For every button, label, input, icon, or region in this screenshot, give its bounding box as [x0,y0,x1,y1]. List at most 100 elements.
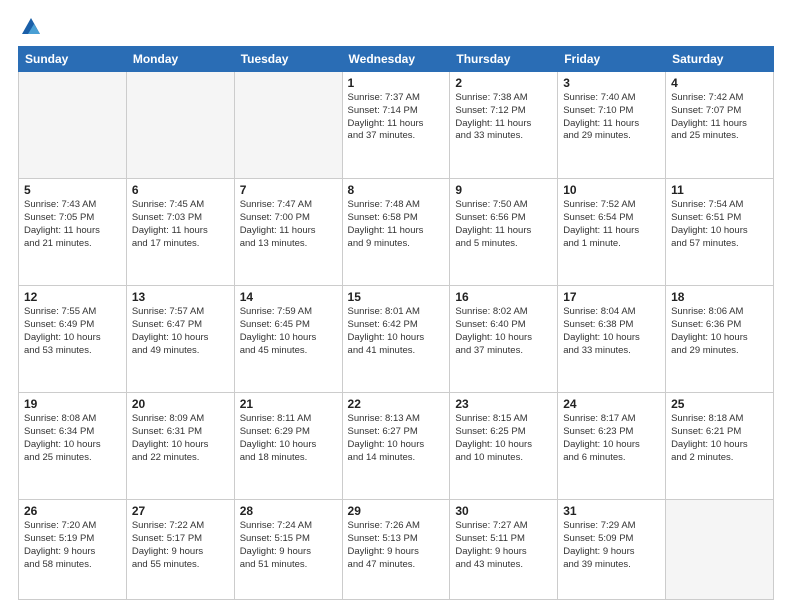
day-number: 3 [563,76,660,90]
calendar-cell: 28 Sunrise: 7:24 AM Sunset: 5:15 PM Dayli… [234,500,342,600]
day-number: 17 [563,290,660,304]
calendar-cell: 3Sunrise: 7:40 AM Sunset: 7:10 PM Daylig… [558,72,666,179]
day-info: Sunrise: 8:09 AM Sunset: 6:31 PM Dayligh… [132,413,229,464]
day-header-thursday: Thursday [450,47,558,72]
day-number: 19 [24,397,121,411]
day-info: Sunrise: 7:20 AM Sunset: 5:19 PM Dayligh… [24,520,121,571]
day-info: Sunrise: 8:04 AM Sunset: 6:38 PM Dayligh… [563,306,660,357]
day-header-tuesday: Tuesday [234,47,342,72]
calendar-cell: 18 Sunrise: 8:06 AM Sunset: 6:36 PM Dayli… [666,286,774,393]
day-info: Sunrise: 7:45 AM Sunset: 7:03 PM Dayligh… [132,199,229,250]
day-info: Sunrise: 7:47 AM Sunset: 7:00 PM Dayligh… [240,199,337,250]
calendar-cell [234,72,342,179]
calendar-cell [126,72,234,179]
calendar-cell [666,500,774,600]
calendar-cell: 5 Sunrise: 7:43 AM Sunset: 7:05 PM Daylig… [19,179,127,286]
calendar-cell: 15 Sunrise: 8:01 AM Sunset: 6:42 PM Dayli… [342,286,450,393]
week-row-4: 19 Sunrise: 8:08 AM Sunset: 6:34 PM Dayli… [19,393,774,500]
calendar-cell: 21 Sunrise: 8:11 AM Sunset: 6:29 PM Dayli… [234,393,342,500]
logo [18,16,42,38]
calendar-cell: 20 Sunrise: 8:09 AM Sunset: 6:31 PM Dayli… [126,393,234,500]
week-row-2: 5 Sunrise: 7:43 AM Sunset: 7:05 PM Daylig… [19,179,774,286]
day-number: 29 [348,504,445,518]
calendar-cell: 14Sunrise: 7:59 AM Sunset: 6:45 PM Dayli… [234,286,342,393]
day-info: Sunrise: 7:43 AM Sunset: 7:05 PM Dayligh… [24,199,121,250]
day-info: Sunrise: 7:52 AM Sunset: 6:54 PM Dayligh… [563,199,660,250]
calendar: SundayMondayTuesdayWednesdayThursdayFrid… [18,46,774,600]
day-number: 5 [24,183,121,197]
calendar-cell: 24 Sunrise: 8:17 AM Sunset: 6:23 PM Dayli… [558,393,666,500]
calendar-cell: 16Sunrise: 8:02 AM Sunset: 6:40 PM Dayli… [450,286,558,393]
calendar-cell: 6 Sunrise: 7:45 AM Sunset: 7:03 PM Daylig… [126,179,234,286]
calendar-cell: 7 Sunrise: 7:47 AM Sunset: 7:00 PM Daylig… [234,179,342,286]
logo-icon [20,16,42,38]
calendar-cell: 19 Sunrise: 8:08 AM Sunset: 6:34 PM Dayli… [19,393,127,500]
day-info: Sunrise: 7:54 AM Sunset: 6:51 PM Dayligh… [671,199,768,250]
day-info: Sunrise: 7:26 AM Sunset: 5:13 PM Dayligh… [348,520,445,571]
calendar-cell: 2 Sunrise: 7:38 AM Sunset: 7:12 PM Daylig… [450,72,558,179]
day-number: 15 [348,290,445,304]
calendar-cell: 8 Sunrise: 7:48 AM Sunset: 6:58 PM Daylig… [342,179,450,286]
day-number: 1 [348,76,445,90]
header [18,16,774,38]
day-number: 31 [563,504,660,518]
day-info: Sunrise: 7:42 AM Sunset: 7:07 PM Dayligh… [671,92,768,143]
week-row-5: 26 Sunrise: 7:20 AM Sunset: 5:19 PM Dayli… [19,500,774,600]
day-header-monday: Monday [126,47,234,72]
calendar-cell: 30 Sunrise: 7:27 AM Sunset: 5:11 PM Dayli… [450,500,558,600]
day-number: 24 [563,397,660,411]
day-number: 21 [240,397,337,411]
day-info: Sunrise: 7:22 AM Sunset: 5:17 PM Dayligh… [132,520,229,571]
day-info: Sunrise: 7:37 AM Sunset: 7:14 PM Dayligh… [348,92,445,143]
calendar-cell: 13 Sunrise: 7:57 AM Sunset: 6:47 PM Dayli… [126,286,234,393]
calendar-cell: 26 Sunrise: 7:20 AM Sunset: 5:19 PM Dayli… [19,500,127,600]
page: SundayMondayTuesdayWednesdayThursdayFrid… [0,0,792,612]
day-info: Sunrise: 7:48 AM Sunset: 6:58 PM Dayligh… [348,199,445,250]
day-info: Sunrise: 7:55 AM Sunset: 6:49 PM Dayligh… [24,306,121,357]
day-info: Sunrise: 8:08 AM Sunset: 6:34 PM Dayligh… [24,413,121,464]
calendar-cell: 4Sunrise: 7:42 AM Sunset: 7:07 PM Daylig… [666,72,774,179]
day-info: Sunrise: 8:01 AM Sunset: 6:42 PM Dayligh… [348,306,445,357]
day-number: 26 [24,504,121,518]
day-number: 25 [671,397,768,411]
calendar-cell: 27 Sunrise: 7:22 AM Sunset: 5:17 PM Dayli… [126,500,234,600]
day-number: 30 [455,504,552,518]
day-info: Sunrise: 8:13 AM Sunset: 6:27 PM Dayligh… [348,413,445,464]
day-number: 2 [455,76,552,90]
calendar-cell: 31 Sunrise: 7:29 AM Sunset: 5:09 PM Dayli… [558,500,666,600]
day-number: 6 [132,183,229,197]
day-number: 8 [348,183,445,197]
day-number: 23 [455,397,552,411]
day-info: Sunrise: 7:50 AM Sunset: 6:56 PM Dayligh… [455,199,552,250]
day-number: 20 [132,397,229,411]
header-row: SundayMondayTuesdayWednesdayThursdayFrid… [19,47,774,72]
day-number: 13 [132,290,229,304]
day-header-saturday: Saturday [666,47,774,72]
calendar-cell: 25Sunrise: 8:18 AM Sunset: 6:21 PM Dayli… [666,393,774,500]
week-row-3: 12 Sunrise: 7:55 AM Sunset: 6:49 PM Dayli… [19,286,774,393]
calendar-cell: 23Sunrise: 8:15 AM Sunset: 6:25 PM Dayli… [450,393,558,500]
day-info: Sunrise: 7:24 AM Sunset: 5:15 PM Dayligh… [240,520,337,571]
day-info: Sunrise: 8:17 AM Sunset: 6:23 PM Dayligh… [563,413,660,464]
day-number: 7 [240,183,337,197]
day-info: Sunrise: 8:06 AM Sunset: 6:36 PM Dayligh… [671,306,768,357]
day-number: 12 [24,290,121,304]
calendar-body: 1 Sunrise: 7:37 AM Sunset: 7:14 PM Daylig… [19,72,774,600]
day-number: 14 [240,290,337,304]
day-info: Sunrise: 7:29 AM Sunset: 5:09 PM Dayligh… [563,520,660,571]
calendar-cell: 9Sunrise: 7:50 AM Sunset: 6:56 PM Daylig… [450,179,558,286]
day-number: 27 [132,504,229,518]
calendar-header: SundayMondayTuesdayWednesdayThursdayFrid… [19,47,774,72]
day-info: Sunrise: 7:38 AM Sunset: 7:12 PM Dayligh… [455,92,552,143]
calendar-cell: 29 Sunrise: 7:26 AM Sunset: 5:13 PM Dayli… [342,500,450,600]
day-info: Sunrise: 7:27 AM Sunset: 5:11 PM Dayligh… [455,520,552,571]
week-row-1: 1 Sunrise: 7:37 AM Sunset: 7:14 PM Daylig… [19,72,774,179]
calendar-cell: 11 Sunrise: 7:54 AM Sunset: 6:51 PM Dayli… [666,179,774,286]
day-number: 11 [671,183,768,197]
calendar-cell: 12 Sunrise: 7:55 AM Sunset: 6:49 PM Dayli… [19,286,127,393]
day-header-wednesday: Wednesday [342,47,450,72]
day-number: 18 [671,290,768,304]
day-number: 28 [240,504,337,518]
day-info: Sunrise: 7:57 AM Sunset: 6:47 PM Dayligh… [132,306,229,357]
day-info: Sunrise: 8:11 AM Sunset: 6:29 PM Dayligh… [240,413,337,464]
